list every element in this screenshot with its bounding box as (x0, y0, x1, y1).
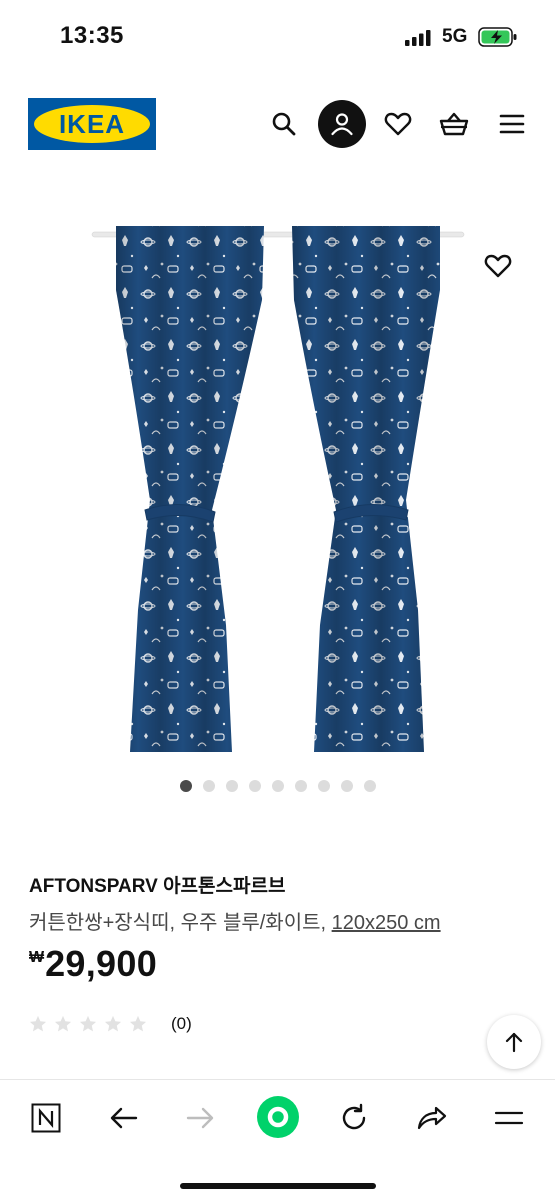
cart-icon[interactable] (432, 102, 476, 146)
carousel-dot[interactable] (341, 780, 353, 792)
green-dot-icon[interactable] (255, 1094, 301, 1140)
naver-n-icon[interactable] (24, 1096, 68, 1140)
price-value: 29,900 (45, 943, 158, 984)
ikea-logo[interactable]: IKEA (28, 98, 156, 150)
home-indicator (180, 1183, 376, 1189)
reload-icon[interactable] (332, 1096, 376, 1140)
star-icon (79, 1015, 97, 1032)
carousel-dot[interactable] (203, 780, 215, 792)
star-icon (54, 1015, 72, 1032)
account-icon[interactable] (318, 100, 366, 148)
carousel-dot[interactable] (364, 780, 376, 792)
site-header: IKEA (0, 76, 555, 172)
product-price: ₩ 29,900 (29, 943, 157, 985)
browser-toolbar (0, 1079, 555, 1200)
arrow-up-icon (505, 1032, 523, 1053)
star-icon (29, 1015, 47, 1032)
search-icon[interactable] (262, 102, 306, 146)
carousel-dots (180, 780, 376, 792)
forward-arrow-icon[interactable] (178, 1096, 222, 1140)
heart-icon[interactable] (376, 102, 420, 146)
product-description: 커튼한쌍+장식띠, 우주 블루/화이트, 120x250 cm (29, 906, 441, 935)
product-size-link[interactable]: 120x250 cm (332, 912, 441, 934)
signal-icon (405, 30, 431, 46)
add-to-wishlist-heart-icon[interactable] (478, 246, 518, 286)
product-image[interactable] (0, 180, 555, 770)
carousel-dot[interactable] (318, 780, 330, 792)
carousel-dot[interactable] (295, 780, 307, 792)
scroll-to-top-button[interactable] (487, 1015, 541, 1069)
product-desc-text: 커튼한쌍+장식띠, 우주 블루/화이트, (29, 912, 332, 934)
currency-symbol: ₩ (29, 949, 45, 966)
carousel-dot[interactable] (226, 780, 238, 792)
product-name: AFTONSPARV 아프톤스파르브 (29, 876, 286, 897)
star-icon (129, 1015, 147, 1032)
battery-charging-icon (478, 27, 517, 47)
carousel-dot[interactable] (272, 780, 284, 792)
carousel-dot[interactable] (180, 780, 192, 792)
svg-text:IKEA: IKEA (59, 109, 125, 139)
hamburger-icon[interactable] (487, 1096, 531, 1140)
share-icon[interactable] (410, 1096, 454, 1140)
back-arrow-icon[interactable] (102, 1096, 146, 1140)
carousel-dot[interactable] (249, 780, 261, 792)
status-bar: 13:35 5G (0, 0, 555, 76)
network-type: 5G (442, 26, 468, 47)
status-time: 13:35 (60, 22, 124, 49)
star-icon (104, 1015, 122, 1032)
product-rating[interactable]: (0) (29, 1014, 192, 1034)
menu-icon[interactable] (490, 102, 534, 146)
review-count: (0) (171, 1014, 192, 1033)
